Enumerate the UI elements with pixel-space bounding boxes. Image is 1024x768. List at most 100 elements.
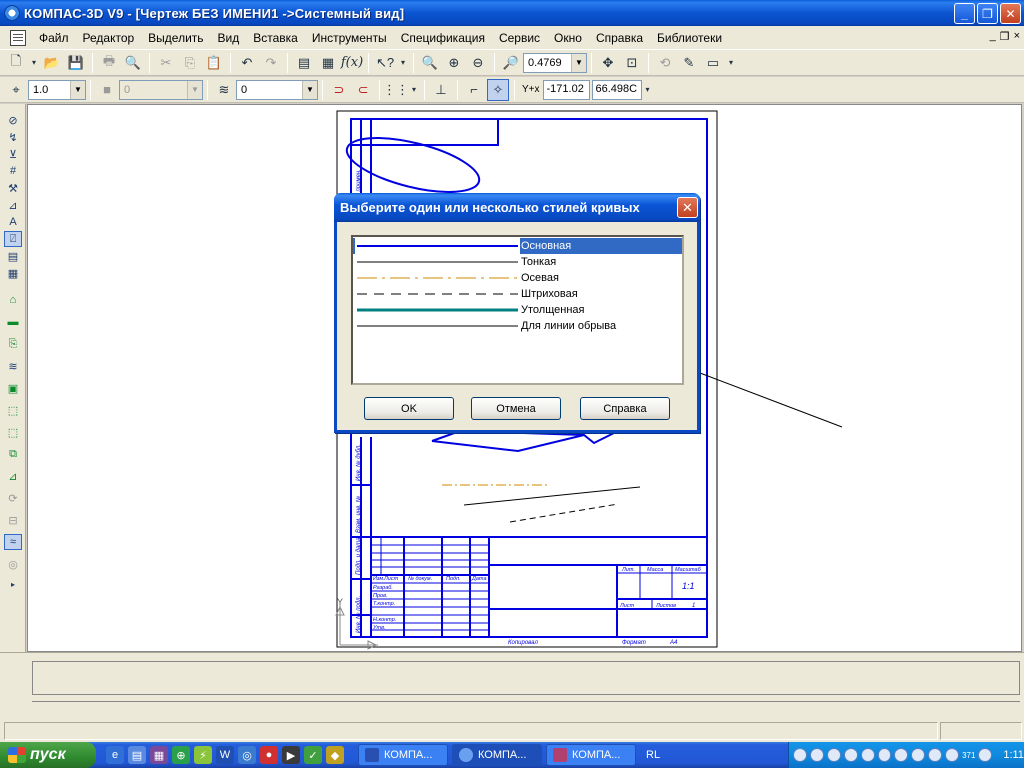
task-kompas-1[interactable]: КОМПА...: [358, 744, 448, 766]
local-snap-icon[interactable]: ⊂: [352, 79, 374, 101]
new-file-icon[interactable]: 🗋: [5, 52, 27, 74]
list-item-dashed[interactable]: Штриховая: [353, 286, 682, 302]
edit-icon[interactable]: #: [4, 163, 22, 179]
tray-next-icon[interactable]: [877, 748, 892, 762]
select-icon[interactable]: A: [4, 214, 22, 230]
reports-icon[interactable]: ▦: [4, 265, 22, 281]
menu-view[interactable]: Вид: [211, 28, 247, 48]
help-pointer-icon[interactable]: ↖?: [374, 52, 396, 74]
list-item-thick[interactable]: Утолщенная: [353, 302, 682, 318]
restore-button[interactable]: ❐: [977, 3, 998, 24]
menu-tools[interactable]: Инструменты: [305, 28, 394, 48]
ie-icon[interactable]: e: [106, 746, 124, 764]
winamp-icon[interactable]: ⚡: [194, 746, 212, 764]
clock[interactable]: 1:11: [1003, 749, 1024, 761]
list-item-main[interactable]: Основная: [353, 238, 682, 254]
doc-quicklaunch-icon[interactable]: ▤: [128, 746, 146, 764]
grid-dropdown-icon[interactable]: ▾: [409, 79, 419, 101]
grid-icon[interactable]: ⋮⋮: [383, 79, 409, 101]
winrar-icon[interactable]: ▦: [150, 746, 168, 764]
document-icon[interactable]: [10, 29, 26, 46]
language-indicator[interactable]: RL: [646, 749, 660, 761]
tray-display-icon[interactable]: [945, 748, 960, 762]
list-item-axial[interactable]: Осевая: [353, 270, 682, 286]
zoom-in-icon[interactable]: ⊕: [443, 52, 465, 74]
tray-prev-icon[interactable]: [860, 748, 875, 762]
start-button[interactable]: пуск: [0, 742, 96, 768]
new-dropdown-icon[interactable]: ▾: [29, 52, 39, 74]
open-folder-icon[interactable]: 📂: [41, 52, 63, 74]
select-frame-icon[interactable]: ⬚: [4, 424, 22, 440]
tool-icon[interactable]: ✓: [304, 746, 322, 764]
layers-icon[interactable]: ≋: [213, 79, 235, 101]
chevron-down-icon[interactable]: ▼: [302, 80, 317, 99]
chevron-down-icon[interactable]: ▼: [571, 53, 586, 72]
refresh-icon[interactable]: ⟲: [654, 52, 676, 74]
archive-icon[interactable]: ◆: [326, 746, 344, 764]
list-item-thin[interactable]: Тонкая: [353, 254, 682, 270]
spec-icon[interactable]: ▤: [4, 248, 22, 264]
menu-editor[interactable]: Редактор: [76, 28, 142, 48]
menu-window[interactable]: Окно: [547, 28, 589, 48]
paste-icon[interactable]: 📋: [203, 52, 225, 74]
coord-x-field[interactable]: -171.02: [542, 79, 590, 100]
dialog-close-button[interactable]: ✕: [677, 197, 698, 218]
deselect-icon[interactable]: ⊿: [4, 468, 22, 484]
dimensions-icon[interactable]: ↯: [4, 129, 22, 145]
cancel-button[interactable]: Отмена: [471, 397, 561, 420]
attributes-icon[interactable]: ▣: [4, 380, 22, 396]
tray-network-icon[interactable]: [928, 748, 943, 762]
panel-icon[interactable]: ▭: [702, 52, 724, 74]
tray-media-icon[interactable]: [809, 748, 824, 762]
word-icon[interactable]: W: [216, 746, 234, 764]
print-preview-icon[interactable]: 🔍: [122, 52, 144, 74]
rotate-icon[interactable]: ⟳: [4, 490, 22, 506]
menu-select[interactable]: Выделить: [141, 28, 210, 48]
tray-volume-icon[interactable]: [894, 748, 909, 762]
snap-magnet-icon[interactable]: ⊃: [328, 79, 350, 101]
close-button[interactable]: ✕: [1000, 3, 1021, 24]
tray-stop-icon[interactable]: [843, 748, 858, 762]
insert-view-icon[interactable]: ⌂: [4, 292, 22, 308]
media-icon[interactable]: ▶: [282, 746, 300, 764]
copy-props-icon[interactable]: ⊟: [4, 512, 22, 528]
tray-pause-icon[interactable]: [826, 748, 841, 762]
library-manager-icon[interactable]: ▦: [317, 52, 339, 74]
menu-libraries[interactable]: Библиотеки: [650, 28, 729, 48]
local-view-icon[interactable]: ⎘: [4, 336, 22, 352]
tray-chevron-icon[interactable]: [793, 748, 807, 762]
opera-icon[interactable]: ●: [260, 746, 278, 764]
pan-icon[interactable]: ✥: [597, 52, 619, 74]
curve-style-list[interactable]: Основная Тонкая Осевая Штриховая Утолщен…: [351, 235, 684, 385]
list-item-break[interactable]: Для линии обрыва: [353, 318, 682, 334]
print-icon[interactable]: 🖶: [98, 52, 120, 74]
tray-bluetooth-icon[interactable]: [911, 748, 926, 762]
net-icon[interactable]: ⊕: [172, 746, 190, 764]
menu-file[interactable]: Файл: [32, 28, 76, 48]
menu-service[interactable]: Сервис: [492, 28, 547, 48]
redo-icon[interactable]: ↷: [260, 52, 282, 74]
measure-icon[interactable]: ⊿: [4, 197, 22, 213]
variables-icon[interactable]: f(x): [341, 52, 363, 74]
help-dropdown-icon[interactable]: ▾: [398, 52, 408, 74]
search-icon[interactable]: ◎: [238, 746, 256, 764]
ortho-icon[interactable]: ⌐: [463, 79, 485, 101]
mdi-restore-button[interactable]: ❐: [1000, 30, 1010, 43]
curve-style-icon[interactable]: ≈: [4, 534, 22, 550]
task-kompas-3[interactable]: КОМПА...: [546, 744, 636, 766]
title-bar[interactable]: КОМПАС-3D V9 - [Чертеж БЕЗ ИМЕНИ1 ->Сист…: [0, 0, 1024, 26]
parametrization-icon[interactable]: ⚒: [4, 180, 22, 196]
chevron-down-icon[interactable]: ▼: [70, 80, 85, 99]
show-all-icon[interactable]: ⊡: [621, 52, 643, 74]
cut-icon[interactable]: ✂: [155, 52, 177, 74]
properties-icon[interactable]: ✎: [678, 52, 700, 74]
manager-icon[interactable]: ▤: [293, 52, 315, 74]
menu-help[interactable]: Справка: [589, 28, 650, 48]
menu-specification[interactable]: Спецификация: [394, 28, 492, 48]
symbols-icon[interactable]: ⊻: [4, 146, 22, 162]
menu-insert[interactable]: Вставка: [246, 28, 305, 48]
zoom-combo[interactable]: 0.4769 ▼: [523, 52, 587, 73]
copy-icon[interactable]: ⎘: [179, 52, 201, 74]
layers-manager-icon[interactable]: ≋: [4, 358, 22, 374]
step-combo[interactable]: 1.0 ▼: [28, 79, 86, 100]
